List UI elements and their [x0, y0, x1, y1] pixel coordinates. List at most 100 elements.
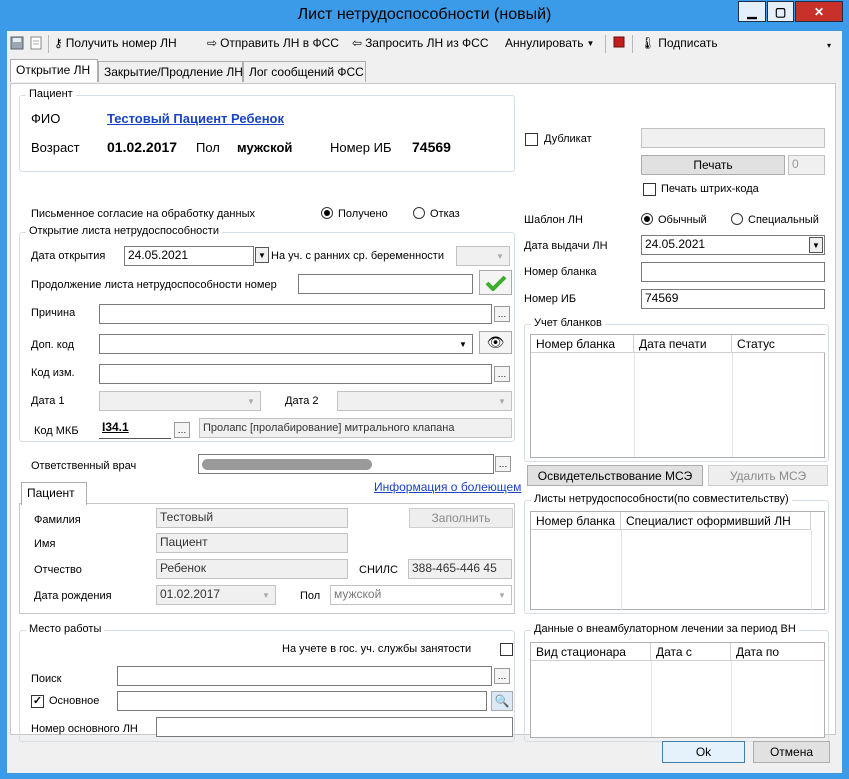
employment-checkbox[interactable]: [500, 643, 513, 656]
open-date-input[interactable]: 24.05.2021: [124, 246, 254, 266]
change-code-input[interactable]: [99, 364, 492, 384]
patronymic-input[interactable]: Ребенок: [156, 559, 348, 579]
patient-fio-link[interactable]: Тестовый Пациент Ребенок: [107, 111, 284, 126]
employment-label: На учете в гос. уч. службы занятости: [282, 643, 472, 655]
date2-select[interactable]: ▼: [337, 391, 512, 411]
annul-dropdown-button[interactable]: Аннулировать ▼: [505, 36, 594, 50]
send-fss-button[interactable]: ⇨ Отправить ЛН в ФСС: [207, 36, 339, 50]
blanks-col-number[interactable]: Номер бланка: [531, 335, 634, 353]
duplicate-checkbox[interactable]: [525, 133, 538, 146]
open-date-dropdown-icon[interactable]: ▼: [255, 247, 269, 263]
patient-sex: мужской: [237, 140, 293, 155]
chevron-down-icon: ▼: [262, 590, 270, 600]
checkmark-icon: [485, 275, 506, 291]
tab-closing[interactable]: Закрытие/Продление ЛН: [98, 61, 243, 82]
save-icon[interactable]: [10, 36, 24, 50]
blank-number-input[interactable]: [641, 262, 825, 282]
surname-label: Фамилия: [34, 514, 81, 526]
sign-label: Подписать: [658, 36, 718, 50]
main-ln-input[interactable]: [156, 717, 513, 737]
maximize-button[interactable]: ▢: [767, 1, 794, 22]
issue-date-value: 24.05.2021: [645, 237, 706, 251]
main-work-label: Основное: [49, 695, 100, 707]
sick-dob-input[interactable]: 01.02.2017 ▼: [156, 585, 276, 605]
work-search-input[interactable]: [117, 666, 492, 686]
duplicate-input[interactable]: [641, 128, 825, 148]
get-number-button[interactable]: ⚷ Получить номер ЛН: [54, 36, 177, 50]
sick-info-link[interactable]: Информация о болеющем: [374, 480, 521, 494]
print-button[interactable]: Печать: [641, 155, 785, 175]
change-code-label: Код изм.: [31, 367, 75, 379]
template-label: Шаблон ЛН: [524, 214, 583, 226]
sign-button[interactable]: 🌡 Подписать: [640, 36, 718, 50]
consent-refused-radio[interactable]: [413, 207, 425, 219]
parttime-col-specialist[interactable]: Специалист оформивший ЛН: [621, 512, 811, 530]
toolbar-overflow-icon[interactable]: ▾: [827, 41, 831, 50]
sick-sex-select[interactable]: мужской ▼: [330, 585, 512, 605]
parttime-table[interactable]: Номер бланка Специалист оформивший ЛН: [530, 511, 825, 610]
outpatient-col-date-to[interactable]: Дата по: [731, 643, 824, 661]
outpatient-col-type[interactable]: Вид стационара: [531, 643, 651, 661]
doctor-browse-button[interactable]: …: [495, 456, 511, 472]
date1-select[interactable]: ▼: [99, 391, 261, 411]
mkb-description: Пролапс [пролабирование] митрального кла…: [199, 418, 512, 438]
outpatient-table[interactable]: Вид стационара Дата с Дата по: [530, 642, 825, 738]
main-work-checkbox[interactable]: ✓: [31, 695, 44, 708]
template-special-radio[interactable]: [731, 213, 743, 225]
key-icon: ⚷: [54, 36, 63, 50]
print-count-input[interactable]: 0: [788, 155, 825, 175]
window-title: Лист нетрудоспособности (новый): [297, 6, 552, 23]
mkb-label: Код МКБ: [34, 425, 79, 437]
parttime-col-number[interactable]: Номер бланка: [531, 512, 621, 530]
mse-button[interactable]: Освидетельствование МСЭ: [527, 465, 703, 486]
close-button[interactable]: ✕: [795, 1, 843, 22]
blanks-table[interactable]: Номер бланка Дата печати Статус: [530, 334, 825, 458]
issue-date-dropdown-icon[interactable]: ▼: [809, 237, 823, 253]
consent-refused-label: Отказ: [430, 208, 460, 220]
doctor-input[interactable]: [198, 454, 494, 474]
mkb-code-input[interactable]: I34.1: [99, 419, 171, 439]
blanks-col-status[interactable]: Статус: [732, 335, 825, 353]
work-search-browse-button[interactable]: …: [494, 668, 510, 684]
add-code-select[interactable]: ▼: [99, 334, 473, 354]
chevron-down-icon: ▼: [496, 251, 504, 261]
chevron-down-icon: ▼: [459, 339, 467, 349]
tab-opening[interactable]: Открытие ЛН: [10, 59, 98, 82]
reason-browse-button[interactable]: …: [494, 306, 510, 322]
pregnancy-select[interactable]: ▼: [456, 246, 510, 266]
main-ln-label: Номер основного ЛН: [31, 723, 138, 735]
request-fss-button[interactable]: ⇦ Запросить ЛН из ФСС: [352, 36, 488, 50]
mkb-browse-button[interactable]: …: [174, 422, 190, 438]
right-ib-input[interactable]: 74569: [641, 289, 825, 309]
issue-date-input[interactable]: 24.05.2021: [641, 235, 825, 255]
search-icon[interactable]: 🔍: [491, 691, 513, 711]
continuation-input[interactable]: [298, 274, 473, 294]
consent-received-radio[interactable]: [321, 207, 333, 219]
snils-input[interactable]: 388-465-446 45: [408, 559, 512, 579]
stop-icon[interactable]: [613, 36, 625, 48]
surname-input[interactable]: Тестовый: [156, 508, 348, 528]
title-bar[interactable]: Лист нетрудоспособности (новый) ▁ ▢ ✕: [0, 0, 849, 32]
change-code-browse-button[interactable]: …: [494, 366, 510, 382]
tab-fss-log[interactable]: Лог сообщений ФСС: [243, 61, 366, 82]
check-continuation-button[interactable]: [479, 270, 512, 295]
barcode-checkbox[interactable]: [643, 183, 656, 196]
template-normal-radio[interactable]: [641, 213, 653, 225]
date1-label: Дата 1: [31, 395, 65, 407]
main-work-input[interactable]: [117, 691, 487, 711]
minimize-button[interactable]: ▁: [738, 1, 766, 22]
outpatient-col-date-from[interactable]: Дата с: [651, 643, 731, 661]
copy-doc-icon[interactable]: [29, 36, 43, 50]
sick-dob-label: Дата рождения: [34, 590, 112, 602]
delete-mse-button[interactable]: Удалить МСЭ: [708, 465, 828, 486]
fill-button[interactable]: Заполнить: [409, 508, 513, 528]
name-input[interactable]: Пациент: [156, 533, 348, 553]
ok-button[interactable]: Ok: [662, 741, 745, 763]
grid-line: [634, 353, 635, 457]
reason-input[interactable]: [99, 304, 492, 324]
tab-sick-patient[interactable]: Пациент: [21, 482, 87, 505]
cancel-button[interactable]: Отмена: [753, 741, 830, 763]
blanks-col-print-date[interactable]: Дата печати: [634, 335, 732, 353]
send-arrow-icon: ⇨: [207, 36, 218, 50]
eye-icon[interactable]: 👁: [479, 331, 512, 354]
